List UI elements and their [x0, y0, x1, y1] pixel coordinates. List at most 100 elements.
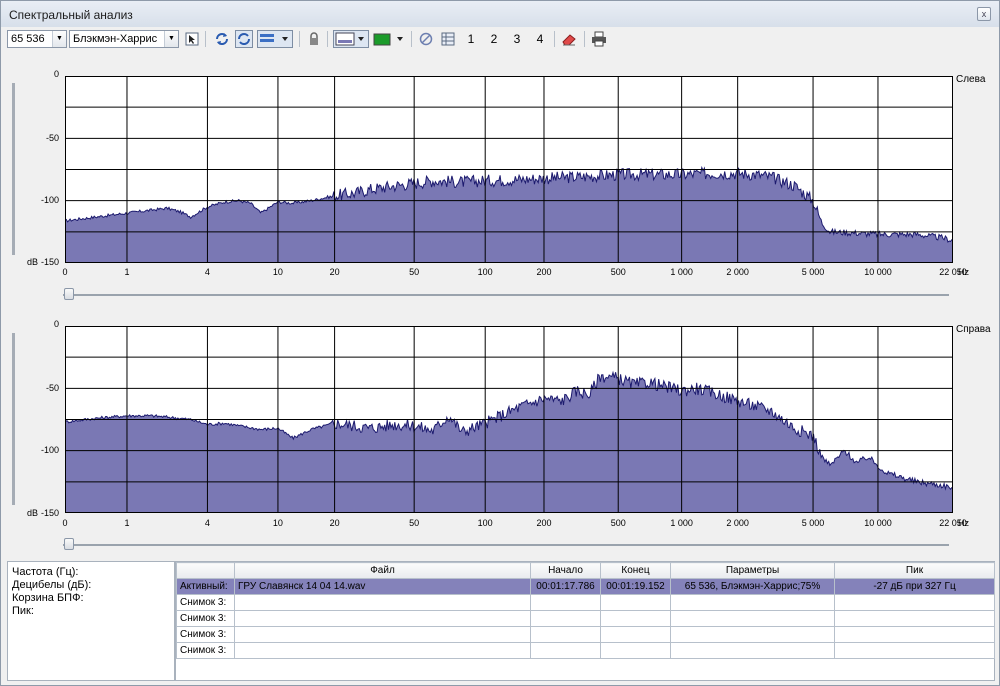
column-header-file[interactable]: Файл	[234, 562, 531, 579]
x-tick-label: 1	[124, 267, 130, 277]
vertical-scrollbar[interactable]	[12, 83, 15, 255]
y-tick: -50	[45, 383, 59, 393]
x-tick-label: 200	[536, 267, 552, 277]
y-tick: -150	[40, 257, 59, 267]
column-header-peak[interactable]: Пик	[834, 562, 995, 579]
close-button[interactable]: x	[977, 7, 991, 21]
spectrum-chart-right	[65, 326, 953, 513]
peak-cell	[834, 642, 995, 659]
peak-cell	[834, 594, 995, 611]
start-cell	[530, 626, 601, 643]
refresh-icon[interactable]	[213, 30, 231, 48]
table-icon[interactable]	[439, 30, 457, 48]
column-header[interactable]	[176, 562, 235, 579]
channel-label-left: Слева	[956, 74, 986, 85]
color-icon[interactable]	[371, 30, 407, 48]
peak-cell: -27 дБ при 327 Гц	[834, 578, 995, 595]
x-tick-label: 50	[409, 267, 420, 277]
x-tick-label: 200	[536, 518, 552, 528]
toolbar-separator	[411, 31, 412, 47]
snapshot-4-button[interactable]: 4	[532, 30, 548, 48]
fft-bin-label: Корзина БПФ:	[12, 592, 84, 604]
table-row-active[interactable]: Активный: ГРУ Славянск 14 04 14.wav 00:0…	[176, 578, 995, 595]
spectrum-chart-left	[65, 76, 953, 263]
table-row[interactable]: Снимок 3:	[176, 626, 995, 643]
erase-icon[interactable]	[560, 30, 578, 48]
end-cell	[600, 610, 671, 627]
snapshot-1-button[interactable]: 1	[463, 30, 479, 48]
db-label: dB	[27, 257, 39, 267]
snapshot-table-container: Файл Начало Конец Параметры Пик Активный…	[175, 561, 995, 681]
start-cell: 00:01:17.786	[530, 578, 601, 595]
x-tick-label: 50	[409, 518, 420, 528]
column-header-end[interactable]: Конец	[600, 562, 671, 579]
x-tick-label: 5 000	[801, 518, 825, 528]
x-tick-label: 10 000	[864, 267, 892, 277]
lock-icon[interactable]	[305, 30, 323, 48]
vertical-scrollbar[interactable]	[12, 333, 15, 505]
toolbar-separator	[327, 31, 328, 47]
row-label: Снимок 3:	[176, 642, 235, 659]
x-tick-label: 100	[477, 518, 493, 528]
info-panel: Частота (Гц): Децибелы (дБ): Корзина БПФ…	[7, 561, 995, 681]
y-tick: -50	[45, 133, 59, 143]
x-unit-label: Hz	[958, 267, 969, 277]
y-tick: 0	[53, 69, 59, 79]
x-tick-label: 500	[610, 518, 626, 528]
table-header-row: Файл Начало Конец Параметры Пик	[176, 562, 995, 579]
print-icon[interactable]	[590, 30, 608, 48]
x-tick-label: 10 000	[864, 518, 892, 528]
zoom-slider-track[interactable]	[63, 544, 949, 546]
x-tick-label: 5 000	[801, 267, 825, 277]
title-bar: Спектральный анализ x	[1, 1, 999, 27]
peak-cell	[834, 610, 995, 627]
row-label: Активный:	[176, 578, 235, 595]
table-row[interactable]: Снимок 3:	[176, 642, 995, 659]
x-tick-label: 22 050	[939, 267, 967, 277]
zoom-slider-thumb[interactable]	[64, 288, 74, 300]
x-tick-label: 22 050	[939, 518, 967, 528]
zoom-slider-track[interactable]	[63, 294, 949, 296]
snapshot-3-button[interactable]: 3	[509, 30, 525, 48]
overlay-icon[interactable]	[257, 30, 293, 48]
end-cell	[600, 642, 671, 659]
x-tick-label: 20	[329, 267, 340, 277]
window-function-value: Блэкмэн-Харрис	[73, 33, 158, 45]
peak-cell	[834, 626, 995, 643]
toolbar-separator	[205, 31, 206, 47]
sync-icon[interactable]	[235, 30, 253, 48]
display-mode-icon[interactable]	[333, 30, 369, 48]
end-cell: 00:01:19.152	[600, 578, 671, 595]
y-tick: -100	[40, 445, 59, 455]
table-row[interactable]: Снимок 3:	[176, 610, 995, 627]
fft-size-select[interactable]: 65 536 ▼	[7, 30, 67, 48]
parameters-cell: 65 536, Блэкмэн-Харрис;75%	[670, 578, 835, 595]
chevron-down-icon: ▼	[52, 31, 66, 47]
row-label: Снимок 3:	[176, 610, 235, 627]
clear-icon[interactable]	[417, 30, 435, 48]
toolbar-separator	[554, 31, 555, 47]
row-label: Снимок 3:	[176, 626, 235, 643]
table-row[interactable]: Снимок 3:	[176, 594, 995, 611]
end-cell	[600, 594, 671, 611]
column-header-start[interactable]: Начало	[530, 562, 601, 579]
window-function-select[interactable]: Блэкмэн-Харрис ▼	[69, 30, 179, 48]
toolbar: 65 536 ▼ Блэкмэн-Харрис ▼ 1 2 3 4	[1, 27, 999, 51]
channel-label-right: Справа	[956, 324, 991, 335]
y-tick: 0	[53, 319, 59, 329]
peak-label: Пик:	[12, 605, 34, 617]
snapshot-2-button[interactable]: 2	[486, 30, 502, 48]
parameters-cell	[670, 626, 835, 643]
db-label: dB	[27, 508, 39, 518]
start-cell	[530, 642, 601, 659]
cursor-icon[interactable]	[183, 30, 201, 48]
x-tick-label: 2 000	[726, 267, 749, 277]
column-header-parameters[interactable]: Параметры	[670, 562, 835, 579]
x-tick-label: 1 000	[670, 267, 693, 277]
parameters-cell	[670, 594, 835, 611]
x-tick-label: 4	[204, 267, 210, 277]
row-label: Снимок 3:	[176, 594, 235, 611]
zoom-slider-thumb[interactable]	[64, 538, 74, 550]
x-tick-label: 1 000	[670, 518, 693, 528]
parameters-cell	[670, 610, 835, 627]
